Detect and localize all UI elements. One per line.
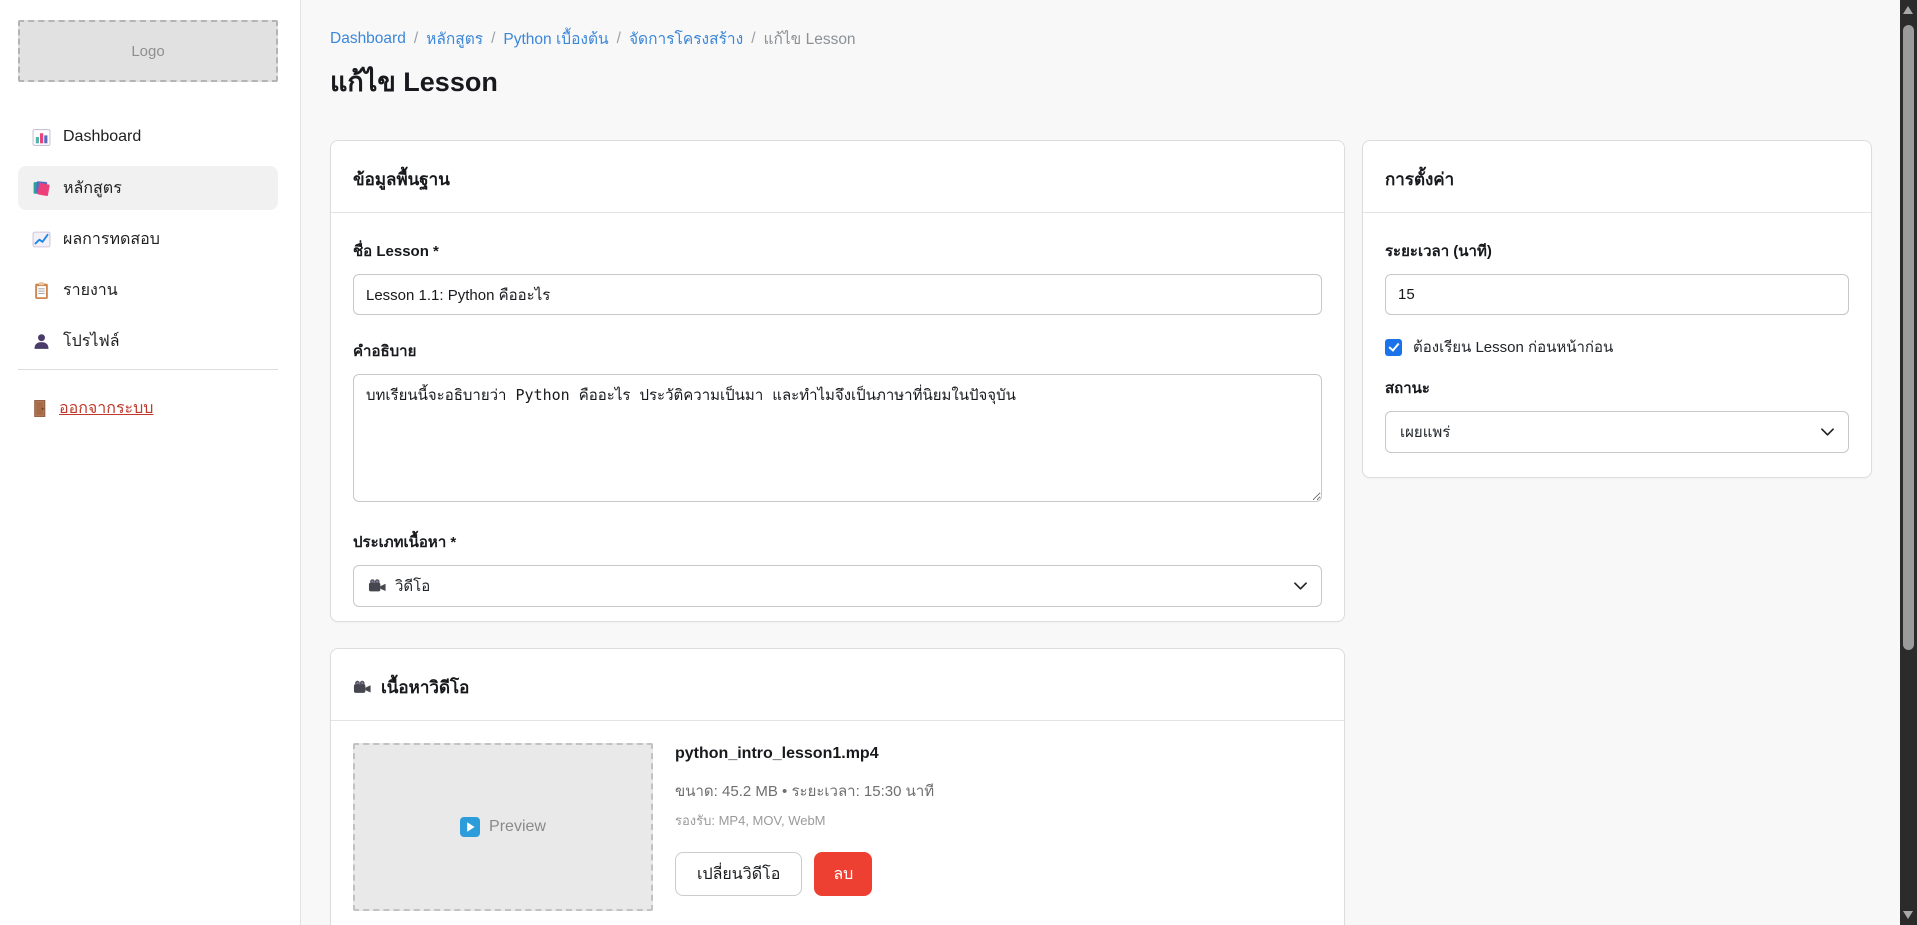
change-video-button[interactable]: เปลี่ยนวิดีโอ bbox=[675, 852, 802, 896]
breadcrumb: Dashboard / หลักสูตร / Python เบื้องต้น … bbox=[330, 26, 856, 51]
sidebar-item-reports[interactable]: รายงาน bbox=[18, 268, 278, 312]
lesson-name-input[interactable] bbox=[353, 274, 1322, 315]
description-label: คำอธิบาย bbox=[353, 339, 1322, 363]
scrollbar-thumb[interactable] bbox=[1903, 25, 1914, 650]
chevron-down-icon bbox=[1294, 582, 1307, 590]
logo-placeholder: Logo bbox=[18, 20, 278, 82]
line-chart-icon bbox=[32, 230, 51, 249]
description-textarea[interactable]: บทเรียนนี้จะอธิบายว่า Python คืออะไร ประ… bbox=[353, 374, 1322, 502]
video-camera-icon bbox=[368, 578, 387, 594]
sidebar-item-profile[interactable]: โปรไฟล์ bbox=[18, 319, 278, 363]
main-content: Dashboard / หลักสูตร / Python เบื้องต้น … bbox=[301, 0, 1900, 925]
breadcrumb-separator: / bbox=[617, 30, 621, 48]
basic-info-card: ข้อมูลพื้นฐาน ชื่อ Lesson * คำอธิบาย บทเ… bbox=[330, 140, 1345, 622]
books-icon bbox=[32, 179, 51, 198]
breadcrumb-current: แก้ไข Lesson bbox=[764, 26, 856, 51]
window-scrollbar bbox=[1900, 0, 1917, 925]
bar-chart-icon bbox=[32, 128, 51, 147]
sidebar-item-label: Dashboard bbox=[63, 128, 141, 146]
person-icon bbox=[32, 332, 51, 351]
video-file-supported: รองรับ: MP4, MOV, WebM bbox=[675, 810, 934, 831]
chevron-down-icon bbox=[1821, 428, 1834, 436]
lesson-name-label: ชื่อ Lesson * bbox=[353, 239, 1322, 263]
sidebar-divider bbox=[18, 369, 278, 370]
delete-video-button[interactable]: ลบ bbox=[814, 852, 872, 896]
duration-label: ระยะเวลา (นาที) bbox=[1385, 239, 1849, 263]
video-file-meta: ขนาด: 45.2 MB • ระยะเวลา: 15:30 นาที bbox=[675, 779, 934, 803]
breadcrumb-separator: / bbox=[751, 30, 755, 48]
video-preview-placeholder: Preview bbox=[353, 743, 653, 911]
basic-info-card-title: ข้อมูลพื้นฐาน bbox=[353, 166, 450, 193]
status-select[interactable]: เผยแพร่ bbox=[1385, 411, 1849, 453]
prerequisite-checkbox[interactable] bbox=[1385, 339, 1402, 356]
video-camera-icon bbox=[353, 679, 372, 696]
status-value: เผยแพร่ bbox=[1400, 420, 1450, 444]
breadcrumb-separator: / bbox=[414, 30, 418, 48]
breadcrumb-link-courses[interactable]: หลักสูตร bbox=[426, 26, 483, 51]
video-card-title: เนื้อหาวิดีโอ bbox=[381, 674, 469, 701]
settings-card-title: การตั้งค่า bbox=[1385, 166, 1454, 193]
basic-info-card-header: ข้อมูลพื้นฐาน bbox=[331, 141, 1344, 213]
clipboard-icon bbox=[32, 281, 51, 300]
scrollbar-down-arrow[interactable] bbox=[1903, 911, 1913, 919]
status-label: สถานะ bbox=[1385, 376, 1849, 400]
breadcrumb-link-structure[interactable]: จัดการโครงสร้าง bbox=[629, 26, 743, 51]
content-type-select[interactable]: วิดีโอ bbox=[353, 565, 1322, 607]
prerequisite-checkbox-row[interactable]: ต้องเรียน Lesson ก่อนหน้าก่อน bbox=[1385, 335, 1849, 359]
breadcrumb-link-course[interactable]: Python เบื้องต้น bbox=[503, 26, 608, 51]
logout-link[interactable]: ออกจากระบบ bbox=[30, 396, 153, 421]
logo-text: Logo bbox=[131, 43, 164, 60]
sidebar-item-label: หลักสูตร bbox=[63, 176, 122, 201]
breadcrumb-link-dashboard[interactable]: Dashboard bbox=[330, 30, 406, 48]
door-icon bbox=[30, 399, 49, 418]
sidebar-item-dashboard[interactable]: Dashboard bbox=[18, 115, 278, 159]
scrollbar-up-arrow[interactable] bbox=[1903, 6, 1913, 14]
content-type-label: ประเภทเนื้อหา * bbox=[353, 530, 1322, 554]
preview-label: Preview bbox=[489, 818, 546, 836]
sidebar-item-label: โปรไฟล์ bbox=[63, 329, 120, 354]
prerequisite-label: ต้องเรียน Lesson ก่อนหน้าก่อน bbox=[1413, 335, 1613, 359]
play-icon bbox=[460, 817, 480, 837]
sidebar-nav: Dashboard หลักสูตร ผลการทดสอบ รายงาน โปร… bbox=[18, 115, 278, 370]
video-card-header: เนื้อหาวิดีโอ bbox=[331, 649, 1344, 721]
duration-input[interactable] bbox=[1385, 274, 1849, 315]
settings-card-header: การตั้งค่า bbox=[1363, 141, 1871, 213]
settings-card: การตั้งค่า ระยะเวลา (นาที) ต้องเรียน Les… bbox=[1362, 140, 1872, 478]
sidebar: Logo Dashboard หลักสูตร ผลการทดสอบ รายงา… bbox=[0, 0, 301, 925]
video-content-card: เนื้อหาวิดีโอ Preview python_intro_lesso… bbox=[330, 648, 1345, 925]
breadcrumb-separator: / bbox=[491, 30, 495, 48]
sidebar-item-label: รายงาน bbox=[63, 278, 118, 303]
video-file-name: python_intro_lesson1.mp4 bbox=[675, 745, 934, 763]
sidebar-item-courses[interactable]: หลักสูตร bbox=[18, 166, 278, 210]
content-type-value: วิดีโอ bbox=[395, 574, 430, 598]
logout-label: ออกจากระบบ bbox=[59, 396, 153, 421]
video-file-info: python_intro_lesson1.mp4 ขนาด: 45.2 MB •… bbox=[675, 743, 934, 911]
sidebar-item-test-results[interactable]: ผลการทดสอบ bbox=[18, 217, 278, 261]
page-title: แก้ไข Lesson bbox=[330, 60, 498, 103]
sidebar-item-label: ผลการทดสอบ bbox=[63, 227, 160, 252]
